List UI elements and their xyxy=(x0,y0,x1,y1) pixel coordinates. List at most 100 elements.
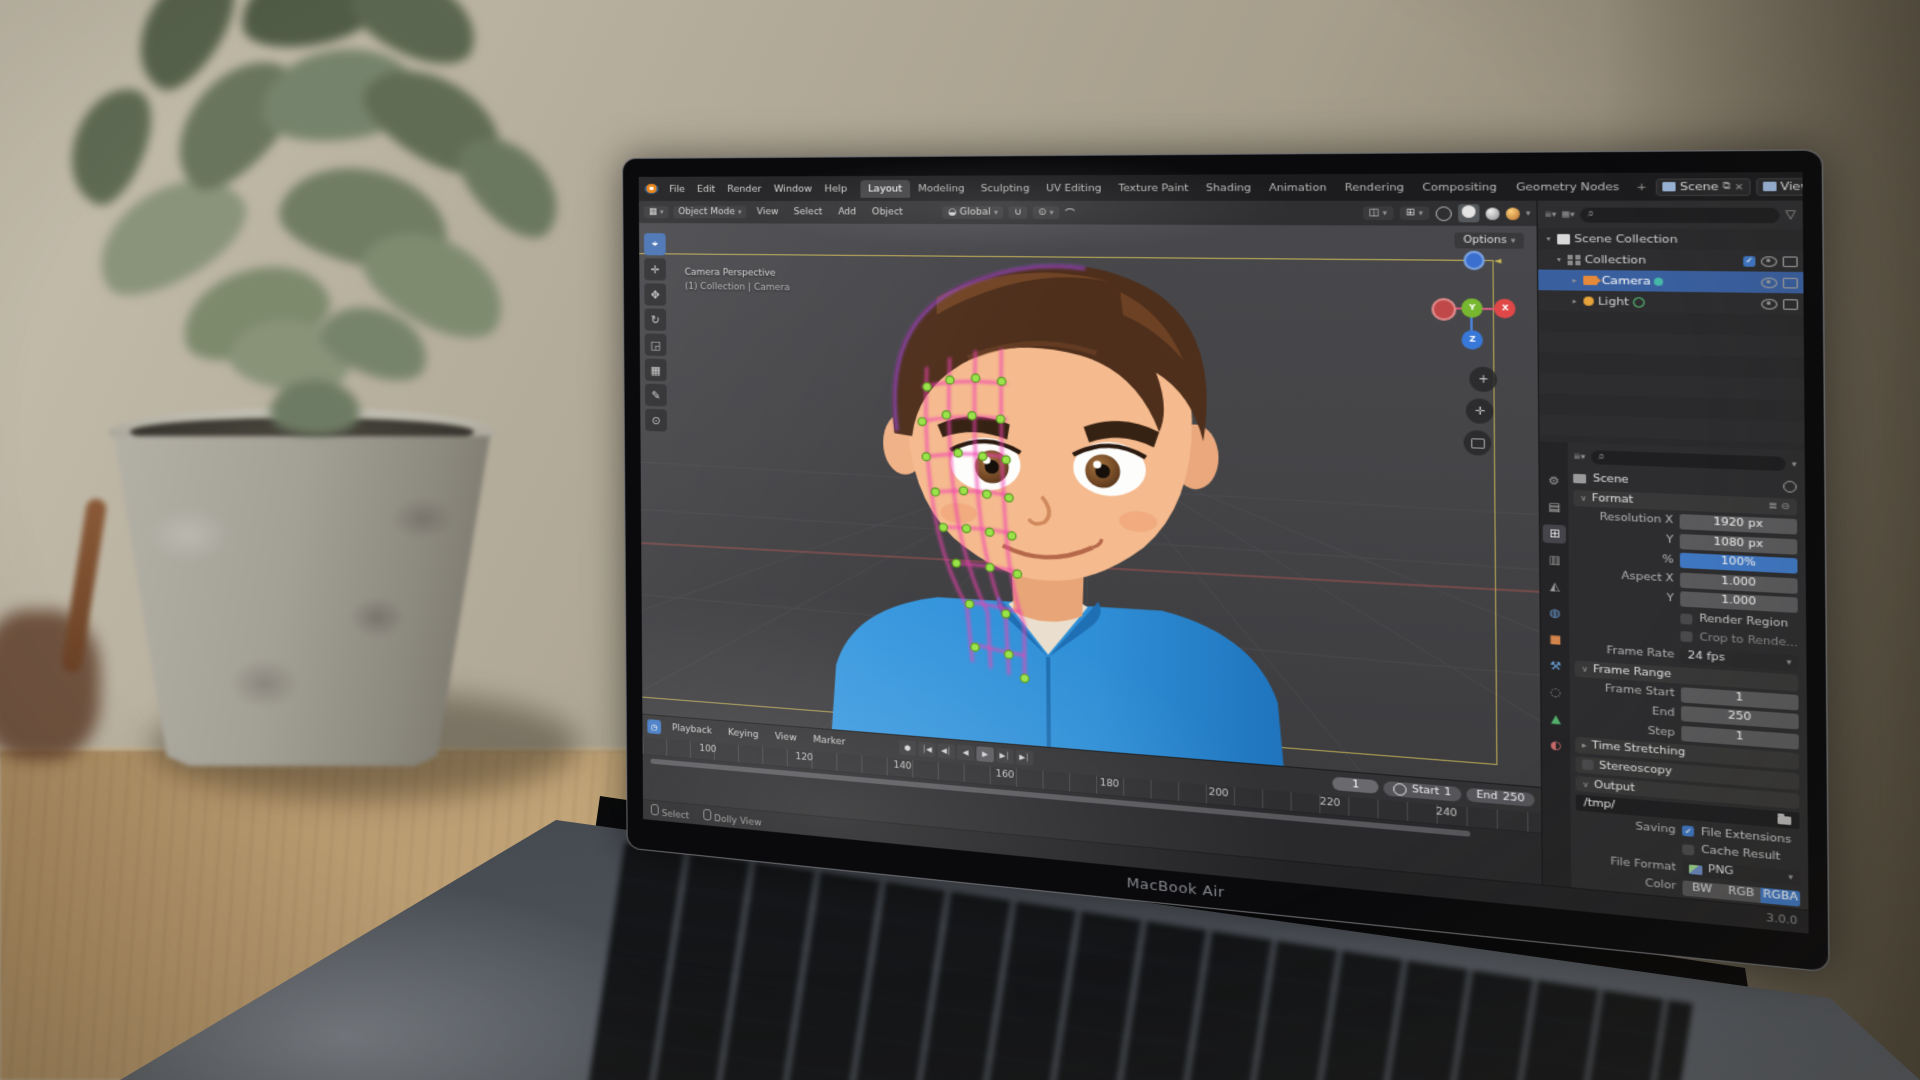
material-properties-tab[interactable]: ◐ xyxy=(1545,736,1568,756)
add-workspace-button[interactable]: + xyxy=(1630,177,1654,197)
tool-properties-tab[interactable]: ⚙ xyxy=(1543,472,1566,491)
shading-rendered-button[interactable] xyxy=(1505,207,1519,220)
blender-logo-icon[interactable] xyxy=(645,184,659,194)
pin-icon[interactable] xyxy=(1783,480,1797,492)
viewport-menu-add[interactable]: Add xyxy=(833,205,862,220)
render-visibility-icon[interactable] xyxy=(1783,298,1798,309)
outliner-display-mode-icon[interactable]: ▦▾ xyxy=(1562,210,1575,219)
next-keyframe-button[interactable]: ▶⏐ xyxy=(996,748,1014,764)
color-rgb-button[interactable]: RGB xyxy=(1721,884,1760,903)
color-bw-button[interactable]: BW xyxy=(1683,880,1722,899)
outliner-row-collection[interactable]: ▾ Collection ✓ xyxy=(1538,249,1803,272)
play-button[interactable]: ▶ xyxy=(976,746,994,762)
hide-eye-icon[interactable] xyxy=(1761,298,1777,309)
filter-funnel-icon[interactable]: ▽ xyxy=(1785,208,1796,221)
tab-layout[interactable]: Layout xyxy=(861,179,910,197)
crop-to-render-checkbox[interactable] xyxy=(1681,631,1693,642)
frame-rate-dropdown[interactable]: 24 fps▾ xyxy=(1681,648,1798,671)
tool-select-box[interactable]: ⌖ xyxy=(644,233,666,255)
tab-modeling[interactable]: Modeling xyxy=(911,179,973,197)
expand-icon[interactable]: ▸ xyxy=(1569,276,1579,284)
play-reverse-button[interactable]: ◀ xyxy=(957,745,974,761)
tool-scale[interactable]: ◲ xyxy=(645,333,667,356)
tool-annotate[interactable]: ✎ xyxy=(645,384,667,407)
modifier-properties-tab[interactable]: ⚒ xyxy=(1544,656,1567,676)
shading-dropdown-icon[interactable]: ▾ xyxy=(1526,209,1531,218)
menu-edit[interactable]: Edit xyxy=(692,181,720,196)
options-dropdown[interactable]: Options ▾ xyxy=(1454,232,1524,248)
tab-texture-paint[interactable]: Texture Paint xyxy=(1110,178,1196,197)
tool-move[interactable]: ✥ xyxy=(644,283,666,305)
tab-geometry-nodes[interactable]: Geometry Nodes xyxy=(1507,177,1628,197)
cache-result-checkbox[interactable] xyxy=(1682,844,1694,856)
timeline-menu-view[interactable]: View xyxy=(770,729,802,746)
aspect-x-field[interactable]: 1.000 xyxy=(1680,572,1797,593)
frame-start-field[interactable]: Start 1 xyxy=(1384,780,1462,801)
tool-cursor[interactable]: ✛ xyxy=(644,258,666,280)
duplicate-scene-icon[interactable]: ⧉ xyxy=(1723,181,1731,193)
object-mode-dropdown[interactable]: Object Mode ▾ xyxy=(673,206,746,218)
hide-eye-icon[interactable] xyxy=(1761,256,1777,267)
object-properties-tab[interactable]: ■ xyxy=(1544,630,1567,650)
timeline-menu-marker[interactable]: Marker xyxy=(808,732,851,750)
viewport-menu-select[interactable]: Select xyxy=(789,205,828,219)
render-properties-tab[interactable]: ▤ xyxy=(1543,498,1566,517)
file-extensions-checkbox[interactable]: ✓ xyxy=(1682,826,1694,838)
color-rgba-button[interactable]: RGBA xyxy=(1761,887,1801,906)
properties-editor-icon[interactable]: ≣▾ xyxy=(1573,452,1585,462)
resolution-percent-field[interactable]: 100% xyxy=(1680,553,1797,574)
render-visibility-icon[interactable] xyxy=(1783,256,1798,267)
scene-selector[interactable]: Scene ⧉ ✕ xyxy=(1656,178,1750,196)
tab-compositing[interactable]: Compositing xyxy=(1414,177,1506,196)
resolution-x-field[interactable]: 1920 px xyxy=(1680,514,1797,534)
tab-uv-editing[interactable]: UV Editing xyxy=(1038,179,1109,197)
stereoscopy-checkbox[interactable] xyxy=(1582,760,1594,771)
outliner-row-scene-collection[interactable]: ▾ Scene Collection xyxy=(1538,228,1803,250)
outliner-row-light[interactable]: ▸ Light xyxy=(1539,290,1804,315)
world-properties-tab[interactable]: ◍ xyxy=(1544,604,1567,624)
render-visibility-icon[interactable] xyxy=(1783,277,1798,288)
current-frame-field[interactable]: 1 xyxy=(1333,777,1379,794)
expand-icon[interactable]: ▾ xyxy=(1554,255,1564,263)
overlays-dropdown[interactable]: ⊞ ▾ xyxy=(1399,206,1429,220)
shading-material-button[interactable] xyxy=(1485,207,1499,220)
outliner-search-input[interactable]: ⌕ xyxy=(1580,207,1780,223)
tab-animation[interactable]: Animation xyxy=(1261,178,1336,197)
output-properties-tab[interactable]: ⊞ xyxy=(1543,524,1566,543)
tab-shading[interactable]: Shading xyxy=(1198,178,1260,197)
menu-help[interactable]: Help xyxy=(819,181,852,197)
expand-icon[interactable]: ▸ xyxy=(1569,297,1579,305)
previous-keyframe-button[interactable]: ◀⏐ xyxy=(937,743,954,759)
auto-key-record-button[interactable]: ● xyxy=(899,740,916,756)
viewlayer-selector[interactable]: ViewLayer ⧉ xyxy=(1756,177,1803,195)
jump-to-end-button[interactable]: ▶⏐ xyxy=(1016,749,1034,765)
tab-rendering[interactable]: Rendering xyxy=(1336,178,1412,197)
timeline-menu-keying[interactable]: Keying xyxy=(723,725,764,743)
frame-end-field[interactable]: End 250 xyxy=(1466,788,1535,807)
viewport-canvas[interactable]: ◄ ⌖ ✛ ✥ ↻ ◲ ▦ ✎ ⊙ xyxy=(639,223,1541,787)
resolution-y-field[interactable]: 1080 px xyxy=(1680,533,1797,554)
viewlayer-properties-tab[interactable]: ▥ xyxy=(1543,551,1566,571)
physics-properties-tab[interactable]: ◌ xyxy=(1544,683,1567,703)
format-presets-icon[interactable]: ≣ ⊝ xyxy=(1768,500,1790,512)
data-properties-tab[interactable]: ▲ xyxy=(1544,709,1567,729)
cartoon-character[interactable] xyxy=(815,246,1296,770)
aspect-y-field[interactable]: 1.000 xyxy=(1680,592,1797,614)
shading-wireframe-button[interactable] xyxy=(1435,206,1451,221)
folder-icon[interactable] xyxy=(1778,815,1792,824)
collection-checkbox[interactable]: ✓ xyxy=(1743,256,1755,267)
shading-solid-button[interactable] xyxy=(1458,204,1479,222)
editor-type-button[interactable]: ▦ ▾ xyxy=(644,206,669,218)
properties-filter-icon[interactable]: ▾ xyxy=(1792,460,1797,470)
jump-to-start-button[interactable]: ⏐◀ xyxy=(918,741,935,757)
properties-search-input[interactable]: ⌕ xyxy=(1591,450,1787,471)
menu-file[interactable]: File xyxy=(664,181,690,196)
render-region-checkbox[interactable] xyxy=(1681,613,1693,624)
viewport-menu-object[interactable]: Object xyxy=(867,205,909,220)
scene-properties-tab[interactable]: ◭ xyxy=(1543,577,1566,597)
snap-toggle[interactable]: ∪ xyxy=(1009,206,1027,219)
tab-sculpting[interactable]: Sculpting xyxy=(973,179,1037,197)
proportional-editing-toggle[interactable]: ⊙ ▾ xyxy=(1033,206,1060,219)
menu-render[interactable]: Render xyxy=(722,181,766,196)
timeline-editor-icon[interactable]: ◷ xyxy=(647,719,661,734)
